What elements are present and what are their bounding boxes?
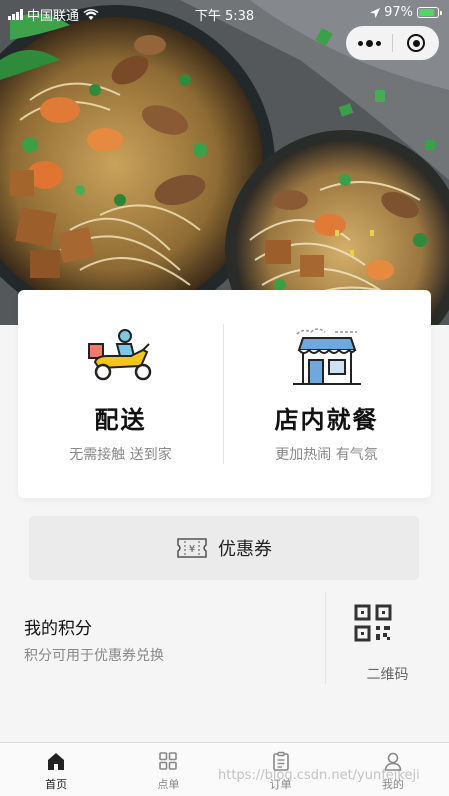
tab-order-menu-label: 点单 <box>157 778 180 791</box>
qr-code-button[interactable]: 二维码 <box>326 592 449 684</box>
qr-code-label: 二维码 <box>366 667 409 683</box>
battery-icon <box>417 7 442 18</box>
more-dots-icon[interactable] <box>346 26 392 60</box>
tab-order-menu[interactable]: 点单 <box>112 743 224 796</box>
delivery-title: 配送 <box>94 406 147 434</box>
points-description: 积分可用于优惠券兑换 <box>24 648 164 664</box>
tab-home-label: 首页 <box>45 778 68 791</box>
battery-percent: 97% <box>384 5 413 20</box>
ticket-yen-icon: ¥ <box>177 538 207 558</box>
delivery-subtitle: 无需接触 送到家 <box>69 447 172 463</box>
qr-code-icon <box>354 604 392 642</box>
dine-in-option[interactable]: 店内就餐 更加热闹 有气氛 <box>224 290 429 498</box>
delivery-option[interactable]: 配送 无需接触 送到家 <box>18 290 223 498</box>
miniprogram-capsule <box>346 26 439 60</box>
location-arrow-icon <box>370 7 381 18</box>
hero-banner: 中国联通 下午 5:38 97% <box>0 0 449 325</box>
status-bar: 中国联通 下午 5:38 97% <box>0 0 449 26</box>
storefront-icon <box>292 328 361 385</box>
grid-icon <box>159 752 178 770</box>
svg-text:¥: ¥ <box>189 544 195 555</box>
service-card: 配送 无需接触 送到家 店内就餐 更加热闹 有气氛 <box>18 290 431 498</box>
points-title[interactable]: 我的积分 <box>24 614 92 639</box>
dine-in-title: 店内就餐 <box>274 406 379 434</box>
points-section: 我的积分 积分可用于优惠券兑换 二维码 <box>0 592 449 684</box>
coupon-label: 优惠券 <box>218 539 272 560</box>
watermark-text: https://blog.csdn.net/yunfeikeji <box>218 768 420 783</box>
tab-home[interactable]: 首页 <box>0 743 112 796</box>
dine-in-subtitle: 更加热闹 有气氛 <box>275 447 378 463</box>
scooter-delivery-icon <box>87 329 151 381</box>
close-target-icon[interactable] <box>393 26 439 60</box>
coupon-button[interactable]: ¥ 优惠券 <box>29 516 419 580</box>
home-icon <box>48 753 65 770</box>
